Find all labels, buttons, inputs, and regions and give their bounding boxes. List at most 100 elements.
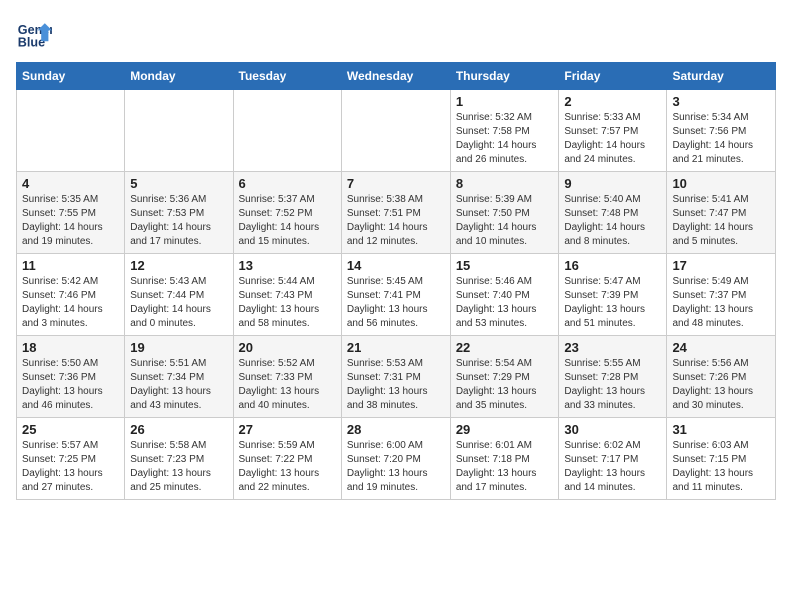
calendar-cell: 22Sunrise: 5:54 AMSunset: 7:29 PMDayligh…	[450, 336, 559, 418]
day-info: Sunrise: 5:55 AMSunset: 7:28 PMDaylight:…	[564, 357, 661, 413]
day-info: Sunrise: 5:49 AMSunset: 7:37 PMDaylight:…	[672, 275, 770, 331]
day-info: Sunrise: 5:37 AMSunset: 7:52 PMDaylight:…	[239, 193, 336, 249]
calendar-cell: 25 Sunrise: 5:57 AMSunset: 7:25 PMDayligh…	[17, 418, 125, 500]
day-number: 29	[456, 422, 554, 437]
day-number: 31	[672, 422, 770, 437]
calendar-cell: 18 Sunrise: 5:50 AMSunset: 7:36 PMDayligh…	[17, 336, 125, 418]
calendar-cell: 9 Sunrise: 5:40 AMSunset: 7:48 PMDaylight…	[559, 172, 667, 254]
calendar-cell: 27 Sunrise: 5:59 AMSunset: 7:22 PMDayligh…	[233, 418, 341, 500]
col-header-wednesday: Wednesday	[341, 63, 450, 90]
day-info: Sunrise: 6:03 AMSunset: 7:15 PMDaylight:…	[672, 439, 770, 495]
day-info: Sunrise: 5:36 AMSunset: 7:53 PMDaylight:…	[130, 193, 227, 249]
calendar-cell: 28Sunrise: 6:00 AMSunset: 7:20 PMDayligh…	[341, 418, 450, 500]
day-number: 9	[564, 176, 661, 191]
day-number: 26	[130, 422, 227, 437]
day-number: 1	[456, 94, 554, 109]
day-number: 27	[239, 422, 336, 437]
day-info: Sunrise: 5:38 AMSunset: 7:51 PMDaylight:…	[347, 193, 445, 249]
day-number: 21	[347, 340, 445, 355]
day-info: Sunrise: 5:40 AMSunset: 7:48 PMDaylight:…	[564, 193, 661, 249]
calendar-cell: 19 Sunrise: 5:51 AMSunset: 7:34 PMDayligh…	[125, 336, 233, 418]
day-number: 19	[130, 340, 227, 355]
day-info: Sunrise: 5:53 AMSunset: 7:31 PMDaylight:…	[347, 357, 445, 413]
calendar-cell	[341, 90, 450, 172]
calendar-cell	[125, 90, 233, 172]
col-header-tuesday: Tuesday	[233, 63, 341, 90]
logo-icon: General Blue	[16, 16, 52, 52]
day-info: Sunrise: 5:51 AMSunset: 7:34 PMDaylight:…	[130, 357, 227, 413]
day-info: Sunrise: 5:59 AMSunset: 7:22 PMDaylight:…	[239, 439, 336, 495]
day-info: Sunrise: 5:43 AMSunset: 7:44 PMDaylight:…	[130, 275, 227, 331]
day-number: 25	[22, 422, 119, 437]
logo: General Blue	[16, 16, 56, 52]
calendar-cell: 4Sunrise: 5:35 AMSunset: 7:55 PMDaylight…	[17, 172, 125, 254]
day-info: Sunrise: 5:44 AMSunset: 7:43 PMDaylight:…	[239, 275, 336, 331]
calendar-cell: 26Sunrise: 5:58 AMSunset: 7:23 PMDayligh…	[125, 418, 233, 500]
calendar-cell: 20 Sunrise: 5:52 AMSunset: 7:33 PMDayligh…	[233, 336, 341, 418]
day-number: 8	[456, 176, 554, 191]
calendar-cell: 17 Sunrise: 5:49 AMSunset: 7:37 PMDayligh…	[667, 254, 776, 336]
day-number: 6	[239, 176, 336, 191]
week-row-4: 18 Sunrise: 5:50 AMSunset: 7:36 PMDayligh…	[17, 336, 776, 418]
day-info: Sunrise: 6:02 AMSunset: 7:17 PMDaylight:…	[564, 439, 661, 495]
col-header-friday: Friday	[559, 63, 667, 90]
day-info: Sunrise: 5:50 AMSunset: 7:36 PMDaylight:…	[22, 357, 119, 413]
day-number: 3	[672, 94, 770, 109]
day-info: Sunrise: 5:42 AMSunset: 7:46 PMDaylight:…	[22, 275, 119, 331]
day-number: 17	[672, 258, 770, 273]
day-number: 18	[22, 340, 119, 355]
col-header-monday: Monday	[125, 63, 233, 90]
day-info: Sunrise: 5:41 AMSunset: 7:47 PMDaylight:…	[672, 193, 770, 249]
calendar-cell: 3 Sunrise: 5:34 AMSunset: 7:56 PMDaylight…	[667, 90, 776, 172]
calendar-cell: 29 Sunrise: 6:01 AMSunset: 7:18 PMDayligh…	[450, 418, 559, 500]
day-number: 13	[239, 258, 336, 273]
week-row-3: 11 Sunrise: 5:42 AMSunset: 7:46 PMDayligh…	[17, 254, 776, 336]
svg-text:Blue: Blue	[18, 36, 45, 50]
calendar-cell: 1 Sunrise: 5:32 AMSunset: 7:58 PMDaylight…	[450, 90, 559, 172]
day-number: 23	[564, 340, 661, 355]
col-header-saturday: Saturday	[667, 63, 776, 90]
day-info: Sunrise: 5:39 AMSunset: 7:50 PMDaylight:…	[456, 193, 554, 249]
calendar-cell: 13 Sunrise: 5:44 AMSunset: 7:43 PMDayligh…	[233, 254, 341, 336]
calendar-cell: 21 Sunrise: 5:53 AMSunset: 7:31 PMDayligh…	[341, 336, 450, 418]
day-number: 20	[239, 340, 336, 355]
week-row-2: 4Sunrise: 5:35 AMSunset: 7:55 PMDaylight…	[17, 172, 776, 254]
day-number: 15	[456, 258, 554, 273]
calendar-cell: 30Sunrise: 6:02 AMSunset: 7:17 PMDayligh…	[559, 418, 667, 500]
day-number: 11	[22, 258, 119, 273]
day-info: Sunrise: 5:32 AMSunset: 7:58 PMDaylight:…	[456, 111, 554, 167]
day-number: 4	[22, 176, 119, 191]
day-number: 16	[564, 258, 661, 273]
calendar-cell: 12Sunrise: 5:43 AMSunset: 7:44 PMDayligh…	[125, 254, 233, 336]
calendar-cell: 2 Sunrise: 5:33 AMSunset: 7:57 PMDaylight…	[559, 90, 667, 172]
day-info: Sunrise: 6:01 AMSunset: 7:18 PMDaylight:…	[456, 439, 554, 495]
calendar-cell: 5Sunrise: 5:36 AMSunset: 7:53 PMDaylight…	[125, 172, 233, 254]
day-info: Sunrise: 5:33 AMSunset: 7:57 PMDaylight:…	[564, 111, 661, 167]
day-number: 10	[672, 176, 770, 191]
calendar-cell: 11 Sunrise: 5:42 AMSunset: 7:46 PMDayligh…	[17, 254, 125, 336]
calendar-cell: 6 Sunrise: 5:37 AMSunset: 7:52 PMDaylight…	[233, 172, 341, 254]
calendar-cell: 15 Sunrise: 5:46 AMSunset: 7:40 PMDayligh…	[450, 254, 559, 336]
day-info: Sunrise: 5:47 AMSunset: 7:39 PMDaylight:…	[564, 275, 661, 331]
day-info: Sunrise: 5:57 AMSunset: 7:25 PMDaylight:…	[22, 439, 119, 495]
day-info: Sunrise: 5:52 AMSunset: 7:33 PMDaylight:…	[239, 357, 336, 413]
day-number: 24	[672, 340, 770, 355]
day-info: Sunrise: 6:00 AMSunset: 7:20 PMDaylight:…	[347, 439, 445, 495]
col-header-sunday: Sunday	[17, 63, 125, 90]
calendar-cell: 23 Sunrise: 5:55 AMSunset: 7:28 PMDayligh…	[559, 336, 667, 418]
day-number: 7	[347, 176, 445, 191]
day-info: Sunrise: 5:46 AMSunset: 7:40 PMDaylight:…	[456, 275, 554, 331]
calendar-cell: 10 Sunrise: 5:41 AMSunset: 7:47 PMDayligh…	[667, 172, 776, 254]
day-info: Sunrise: 5:56 AMSunset: 7:26 PMDaylight:…	[672, 357, 770, 413]
day-number: 22	[456, 340, 554, 355]
day-number: 14	[347, 258, 445, 273]
calendar-cell: 31 Sunrise: 6:03 AMSunset: 7:15 PMDayligh…	[667, 418, 776, 500]
day-info: Sunrise: 5:34 AMSunset: 7:56 PMDaylight:…	[672, 111, 770, 167]
calendar-cell	[17, 90, 125, 172]
day-number: 2	[564, 94, 661, 109]
calendar-cell: 24 Sunrise: 5:56 AMSunset: 7:26 PMDayligh…	[667, 336, 776, 418]
week-row-5: 25 Sunrise: 5:57 AMSunset: 7:25 PMDayligh…	[17, 418, 776, 500]
calendar-cell: 8 Sunrise: 5:39 AMSunset: 7:50 PMDaylight…	[450, 172, 559, 254]
page-header: General Blue	[16, 16, 776, 52]
calendar-cell	[233, 90, 341, 172]
